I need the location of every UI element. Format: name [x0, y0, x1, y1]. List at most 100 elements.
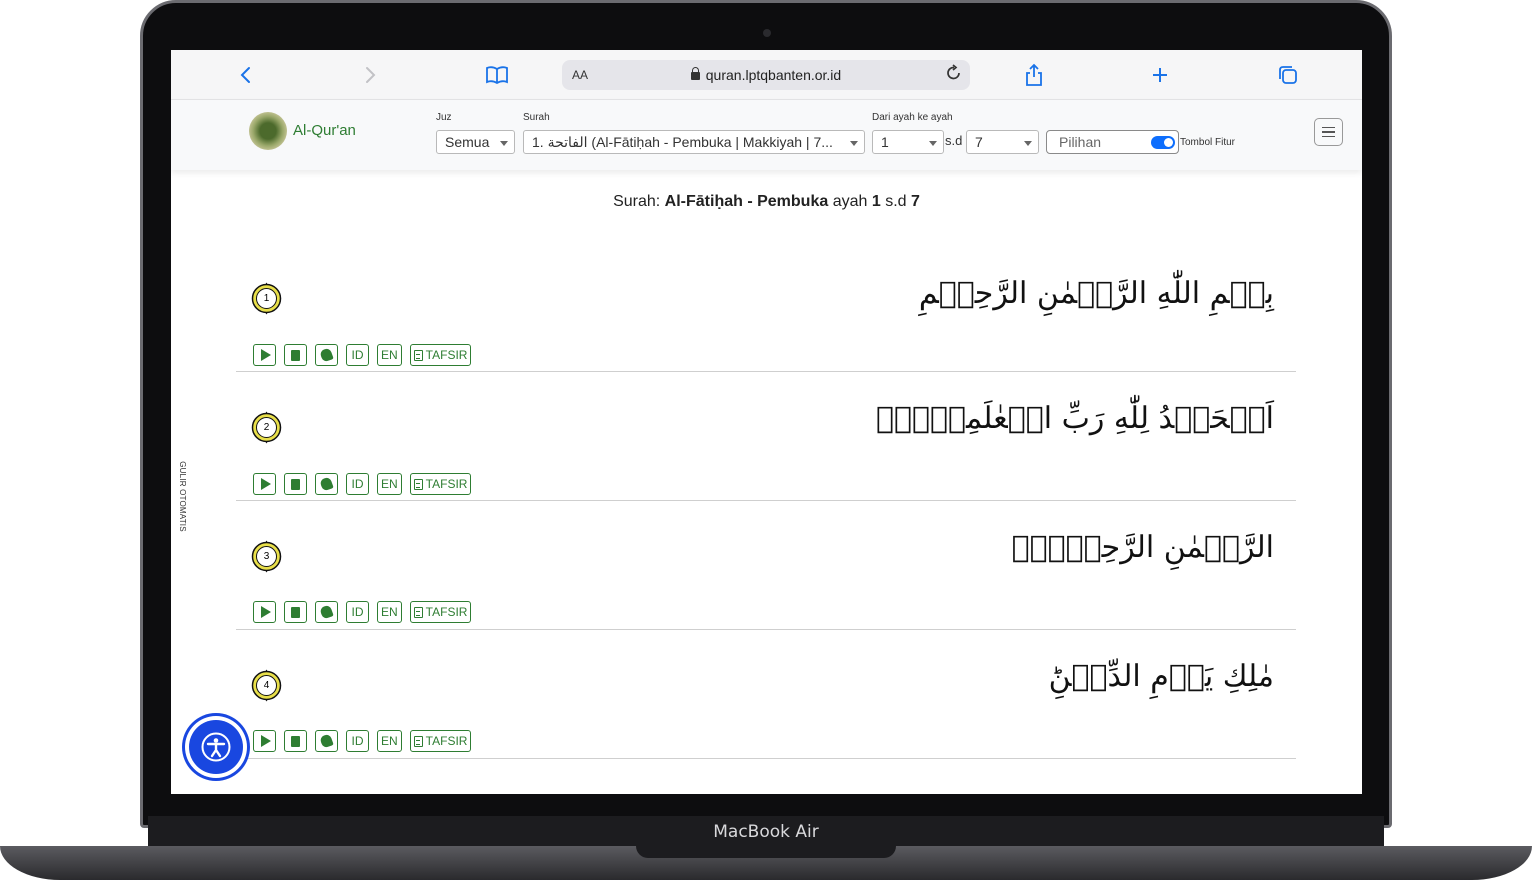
heading-from: 1 [871, 193, 881, 210]
translation-id-button[interactable]: ID [346, 601, 369, 623]
browser-toolbar: AA quran.lptqbanten.or.id [171, 50, 1362, 100]
copy-button[interactable] [284, 601, 307, 623]
chevron-down-icon [500, 141, 508, 146]
ayah-row: 3 الرَّحۡمٰنِ الرَّحِيۡمِۙ ID EN TAFSIR [236, 502, 1296, 630]
laptop-notch [636, 846, 896, 858]
heading-mid: ayah [832, 193, 868, 210]
bookmarks-icon[interactable] [484, 62, 510, 88]
chevron-down-icon [850, 141, 858, 146]
translation-id-button[interactable]: ID [346, 473, 369, 495]
play-icon [260, 478, 271, 490]
surah-select[interactable]: 1. الفاتحة (Al-Fātiḥah - Pembuka | Makki… [523, 130, 865, 154]
range-separator: s.d [945, 133, 963, 148]
play-icon [260, 606, 271, 618]
brand-name[interactable]: Al-Qur'an [293, 122, 356, 139]
range-label: Dari ayah ke ayah [872, 112, 953, 123]
tafsir-label: TAFSIR [425, 734, 468, 748]
ayah-actions: ID EN TAFSIR [253, 601, 472, 623]
heading-sep: s.d [885, 193, 907, 210]
document-icon [413, 606, 423, 618]
juz-select[interactable]: Semua [436, 130, 515, 154]
play-button[interactable] [253, 344, 276, 366]
sign-language-button[interactable] [315, 730, 338, 752]
ayah-number: 4 [263, 680, 270, 691]
play-icon [260, 735, 271, 747]
heading-prefix: Surah: [613, 193, 661, 210]
ayah-to-value: 7 [975, 134, 983, 150]
ayah-number-badge: 4 [250, 669, 283, 702]
copy-button[interactable] [284, 473, 307, 495]
translation-en-button[interactable]: EN [377, 601, 402, 623]
heading-surah-name: Al-Fātiḥah - Pembuka [664, 193, 829, 210]
ayah-number-badge: 2 [250, 411, 283, 444]
translation-id-button[interactable]: ID [346, 344, 369, 366]
copy-icon [288, 346, 300, 361]
play-button[interactable] [253, 601, 276, 623]
forward-icon[interactable] [358, 62, 384, 88]
juz-label: Juz [436, 112, 452, 123]
lock-icon [690, 67, 700, 80]
hand-icon [319, 347, 334, 363]
hand-icon [319, 476, 334, 492]
auto-scroll-label: GULIR OTOMATIS [177, 461, 187, 532]
juz-select-value: Semua [445, 134, 490, 150]
tafsir-label: TAFSIR [425, 605, 468, 619]
reload-icon[interactable] [946, 64, 962, 87]
ayah-actions: ID EN TAFSIR [253, 473, 472, 495]
device-label: MacBook Air [713, 822, 819, 842]
auto-scroll-toggle[interactable]: GULIR OTOMATIS [175, 452, 195, 542]
surah-heading: Surah: Al-Fātiḥah - Pembuka ayah 1 s.d 7 [171, 193, 1362, 211]
ayah-arabic-text: مٰلِكِ يَوۡمِ الدِّيۡنِؕ [1048, 659, 1274, 694]
ayah-actions: ID EN TAFSIR [253, 730, 472, 752]
play-button[interactable] [253, 730, 276, 752]
accessibility-button[interactable] [185, 716, 247, 778]
tafsir-label: TAFSIR [425, 477, 468, 491]
copy-button[interactable] [284, 730, 307, 752]
translation-id-button[interactable]: ID [346, 730, 369, 752]
tafsir-button[interactable]: TAFSIR [409, 601, 472, 623]
feature-toggle-label: Tombol Fitur [1180, 137, 1236, 148]
share-icon[interactable] [1021, 62, 1047, 88]
ayah-number-badge: 3 [250, 540, 283, 573]
play-icon [260, 349, 271, 361]
url-text: quran.lptqbanten.or.id [562, 67, 970, 83]
screen: AA quran.lptqbanten.or.id Al-Qur'an Juz … [171, 50, 1362, 794]
heading-to: 7 [911, 193, 920, 210]
surah-select-value: 1. الفاتحة (Al-Fātiḥah - Pembuka | Makki… [532, 134, 833, 150]
document-icon [413, 349, 423, 361]
address-bar[interactable]: AA quran.lptqbanten.or.id [562, 60, 970, 90]
back-icon[interactable] [232, 62, 258, 88]
menu-icon[interactable] [1314, 118, 1343, 146]
translation-en-button[interactable]: EN [377, 344, 402, 366]
copy-button[interactable] [284, 344, 307, 366]
chevron-down-icon [929, 141, 937, 146]
ayah-number: 2 [263, 422, 270, 433]
ayah-actions: ID EN TAFSIR [253, 344, 472, 366]
hand-icon [319, 733, 334, 749]
tafsir-button[interactable]: TAFSIR [409, 344, 472, 366]
sign-language-button[interactable] [315, 601, 338, 623]
ayah-from-select[interactable]: 1 [872, 130, 944, 154]
sign-language-button[interactable] [315, 473, 338, 495]
copy-icon [288, 732, 300, 747]
ayah-from-value: 1 [881, 134, 889, 150]
quran-logo[interactable] [249, 112, 287, 150]
ayah-number: 3 [263, 551, 270, 562]
translation-en-button[interactable]: EN [377, 730, 402, 752]
ayah-number-badge: 1 [250, 282, 283, 315]
tafsir-button[interactable]: TAFSIR [409, 730, 472, 752]
hand-icon [319, 604, 334, 620]
feature-toggle[interactable] [1151, 136, 1175, 149]
document-icon [413, 735, 423, 747]
copy-icon [288, 603, 300, 618]
translation-en-button[interactable]: EN [377, 473, 402, 495]
sign-language-button[interactable] [315, 344, 338, 366]
tafsir-button[interactable]: TAFSIR [409, 473, 472, 495]
tabs-overview-icon[interactable] [1275, 62, 1301, 88]
new-tab-icon[interactable] [1147, 62, 1173, 88]
ayah-to-select[interactable]: 7 [966, 130, 1039, 154]
ayah-number: 1 [263, 293, 270, 304]
tafsir-label: TAFSIR [425, 348, 468, 362]
play-button[interactable] [253, 473, 276, 495]
ayah-arabic-text: بِسۡمِ اللّٰهِ الرَّحۡمٰنِ الرَّحِيۡمِ [918, 276, 1274, 311]
